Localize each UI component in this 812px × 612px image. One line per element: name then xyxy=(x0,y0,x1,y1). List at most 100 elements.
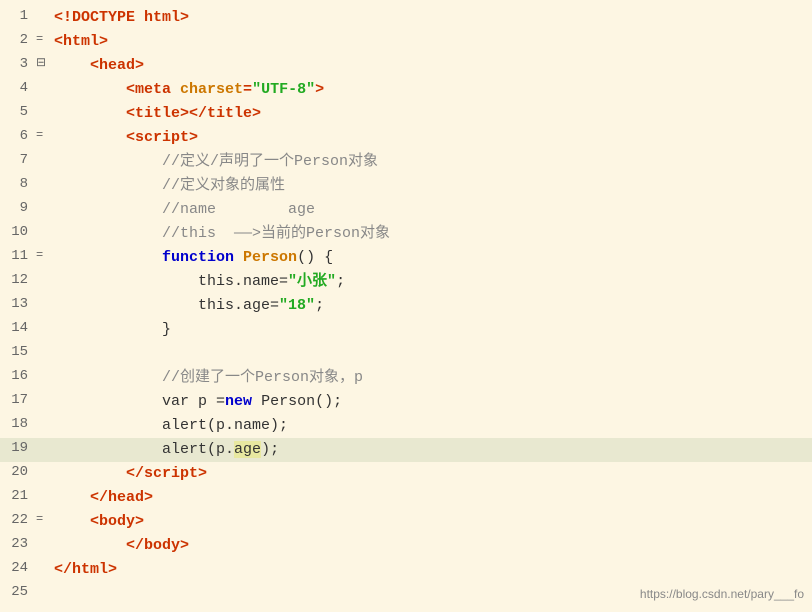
line-num-12: 12 xyxy=(0,270,36,294)
fold-11: = xyxy=(36,246,50,270)
line-num-1: 1 xyxy=(0,6,36,30)
fold-8 xyxy=(36,174,50,198)
line-num-24: 24 xyxy=(0,558,36,582)
fold-22: = xyxy=(36,510,50,534)
line-num-19: 19 xyxy=(0,438,36,462)
fold-5 xyxy=(36,102,50,126)
line-content-20: </script> xyxy=(50,462,812,486)
line-content-9: //name age xyxy=(50,198,812,222)
line-content-21: </head> xyxy=(50,486,812,510)
line-content-5: <title></title> xyxy=(50,102,812,126)
line-num-15: 15 xyxy=(0,342,36,366)
line-num-17: 17 xyxy=(0,390,36,414)
fold-18 xyxy=(36,414,50,438)
fold-23 xyxy=(36,534,50,558)
fold-15 xyxy=(36,342,50,366)
fold-24 xyxy=(36,558,50,582)
line-num-20: 20 xyxy=(0,462,36,486)
line-num-14: 14 xyxy=(0,318,36,342)
line-content-2: <html> xyxy=(50,30,812,54)
fold-14 xyxy=(36,318,50,342)
line-content-14: } xyxy=(50,318,812,342)
line-14: 14 } xyxy=(0,318,812,342)
watermark: https://blog.csdn.net/pary___fo xyxy=(640,585,804,604)
line-16: 16 //创建了一个Person对象，p xyxy=(0,366,812,390)
line-3: 3 ⊟ <head> xyxy=(0,54,812,78)
line-content-8: //定义对象的属性 xyxy=(50,174,812,198)
code-editor: 1 <!DOCTYPE html> 2 = <html> 3 ⊟ <head> … xyxy=(0,0,812,612)
fold-2: = xyxy=(36,30,50,54)
line-11: 11 = function Person() { xyxy=(0,246,812,270)
line-num-22: 22 xyxy=(0,510,36,534)
line-num-8: 8 xyxy=(0,174,36,198)
fold-7 xyxy=(36,150,50,174)
line-num-3: 3 xyxy=(0,54,36,78)
line-content-16: //创建了一个Person对象，p xyxy=(50,366,812,390)
line-17: 17 var p =new Person(); xyxy=(0,390,812,414)
line-4: 4 <meta charset="UTF-8"> xyxy=(0,78,812,102)
fold-16 xyxy=(36,366,50,390)
line-num-5: 5 xyxy=(0,102,36,126)
fold-10 xyxy=(36,222,50,246)
fold-19 xyxy=(36,438,50,462)
line-content-10: //this ——>当前的Person对象 xyxy=(50,222,812,246)
line-18: 18 alert(p.name); xyxy=(0,414,812,438)
line-content-19: alert(p.age); xyxy=(50,438,812,462)
fold-3: ⊟ xyxy=(36,54,50,78)
line-content-22: <body> xyxy=(50,510,812,534)
line-num-23: 23 xyxy=(0,534,36,558)
fold-25 xyxy=(36,582,50,606)
line-20: 20 </script> xyxy=(0,462,812,486)
line-num-21: 21 xyxy=(0,486,36,510)
fold-12 xyxy=(36,270,50,294)
line-content-4: <meta charset="UTF-8"> xyxy=(50,78,812,102)
line-content-13: this.age="18"; xyxy=(50,294,812,318)
line-num-25: 25 xyxy=(0,582,36,606)
line-12: 12 this.name="小张"; xyxy=(0,270,812,294)
fold-13 xyxy=(36,294,50,318)
line-num-10: 10 xyxy=(0,222,36,246)
fold-9 xyxy=(36,198,50,222)
line-num-2: 2 xyxy=(0,30,36,54)
line-23: 23 </body> xyxy=(0,534,812,558)
line-8: 8 //定义对象的属性 xyxy=(0,174,812,198)
line-9: 9 //name age xyxy=(0,198,812,222)
line-6: 6 = <script> xyxy=(0,126,812,150)
line-num-16: 16 xyxy=(0,366,36,390)
line-10: 10 //this ——>当前的Person对象 xyxy=(0,222,812,246)
fold-21 xyxy=(36,486,50,510)
line-2: 2 = <html> xyxy=(0,30,812,54)
line-7: 7 //定义/声明了一个Person对象 xyxy=(0,150,812,174)
line-content-11: function Person() { xyxy=(50,246,812,270)
fold-1 xyxy=(36,6,50,30)
line-content-3: <head> xyxy=(50,54,812,78)
fold-6: = xyxy=(36,126,50,150)
line-content-1: <!DOCTYPE html> xyxy=(50,6,812,30)
fold-20 xyxy=(36,462,50,486)
line-content-6: <script> xyxy=(50,126,812,150)
line-22: 22 = <body> xyxy=(0,510,812,534)
line-content-24: </html> xyxy=(50,558,812,582)
line-content-23: </body> xyxy=(50,534,812,558)
line-1: 1 <!DOCTYPE html> xyxy=(0,6,812,30)
line-content-12: this.name="小张"; xyxy=(50,270,812,294)
line-content-17: var p =new Person(); xyxy=(50,390,812,414)
line-13: 13 this.age="18"; xyxy=(0,294,812,318)
line-content-18: alert(p.name); xyxy=(50,414,812,438)
fold-4 xyxy=(36,78,50,102)
line-num-7: 7 xyxy=(0,150,36,174)
line-content-15 xyxy=(50,342,812,366)
line-num-13: 13 xyxy=(0,294,36,318)
line-content-7: //定义/声明了一个Person对象 xyxy=(50,150,812,174)
line-num-4: 4 xyxy=(0,78,36,102)
fold-17 xyxy=(36,390,50,414)
line-21: 21 </head> xyxy=(0,486,812,510)
line-num-18: 18 xyxy=(0,414,36,438)
line-24: 24 </html> xyxy=(0,558,812,582)
line-19: 19 alert(p.age); xyxy=(0,438,812,462)
line-15: 15 xyxy=(0,342,812,366)
line-num-9: 9 xyxy=(0,198,36,222)
line-num-11: 11 xyxy=(0,246,36,270)
line-num-6: 6 xyxy=(0,126,36,150)
line-5: 5 <title></title> xyxy=(0,102,812,126)
